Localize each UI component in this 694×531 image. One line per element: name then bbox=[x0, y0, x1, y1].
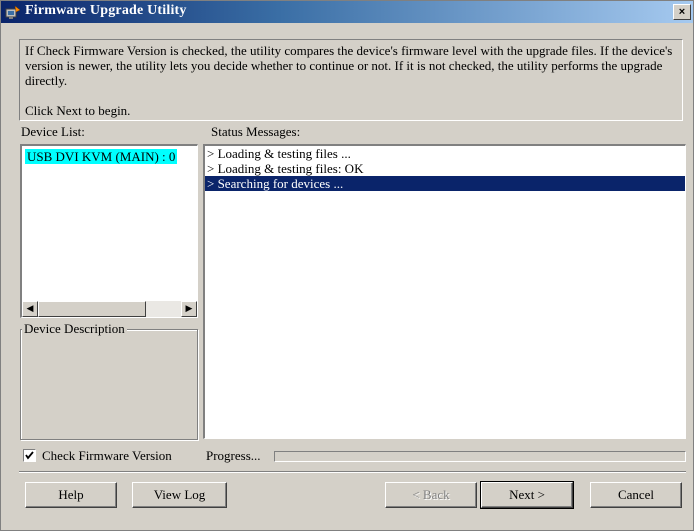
device-list-label: Device List: bbox=[21, 124, 85, 139]
status-line-selected[interactable]: > Searching for devices ... bbox=[205, 176, 685, 191]
help-button[interactable]: Help bbox=[25, 482, 117, 508]
status-line[interactable]: > Loading & testing files: OK bbox=[205, 161, 685, 176]
view-log-button[interactable]: View Log bbox=[132, 482, 227, 508]
checkmark-icon bbox=[25, 451, 34, 460]
window-title: Firmware Upgrade Utility bbox=[25, 3, 187, 18]
next-hint-text: Click Next to begin. bbox=[25, 103, 131, 118]
status-line[interactable]: > Loading & testing files ... bbox=[205, 146, 685, 161]
device-description-group: Device Description bbox=[20, 321, 198, 440]
app-icon bbox=[5, 4, 21, 20]
progress-label: Progress... bbox=[206, 448, 261, 463]
check-firmware-checkbox[interactable] bbox=[23, 449, 36, 462]
close-button[interactable]: × bbox=[673, 4, 691, 20]
device-list-item[interactable]: USB DVI KVM (MAIN) : 0 bbox=[25, 149, 178, 164]
device-list-scrollbar[interactable]: ◀ ▶ bbox=[22, 301, 197, 317]
progress-bar bbox=[274, 451, 686, 462]
info-panel: If Check Firmware Version is checked, th… bbox=[19, 39, 683, 121]
back-button[interactable]: < Back bbox=[385, 482, 477, 508]
firmware-upgrade-window: Firmware Upgrade Utility × If Check Firm… bbox=[0, 0, 694, 531]
next-button[interactable]: Next > bbox=[480, 481, 574, 509]
scroll-right-icon[interactable]: ▶ bbox=[181, 301, 197, 317]
scrollbar-thumb[interactable] bbox=[38, 301, 146, 317]
check-firmware-label[interactable]: Check Firmware Version bbox=[42, 448, 172, 464]
scroll-left-icon[interactable]: ◀ bbox=[22, 301, 38, 317]
cancel-button[interactable]: Cancel bbox=[590, 482, 682, 508]
status-messages-list[interactable]: > Loading & testing files ... > Loading … bbox=[203, 144, 686, 439]
title-bar[interactable]: Firmware Upgrade Utility × bbox=[1, 1, 693, 23]
status-messages-label: Status Messages: bbox=[211, 124, 301, 139]
info-text: If Check Firmware Version is checked, th… bbox=[25, 43, 673, 88]
divider bbox=[19, 471, 686, 473]
device-description-label: Device Description bbox=[22, 321, 127, 337]
device-list[interactable]: USB DVI KVM (MAIN) : 0 ◀ ▶ bbox=[20, 144, 198, 318]
